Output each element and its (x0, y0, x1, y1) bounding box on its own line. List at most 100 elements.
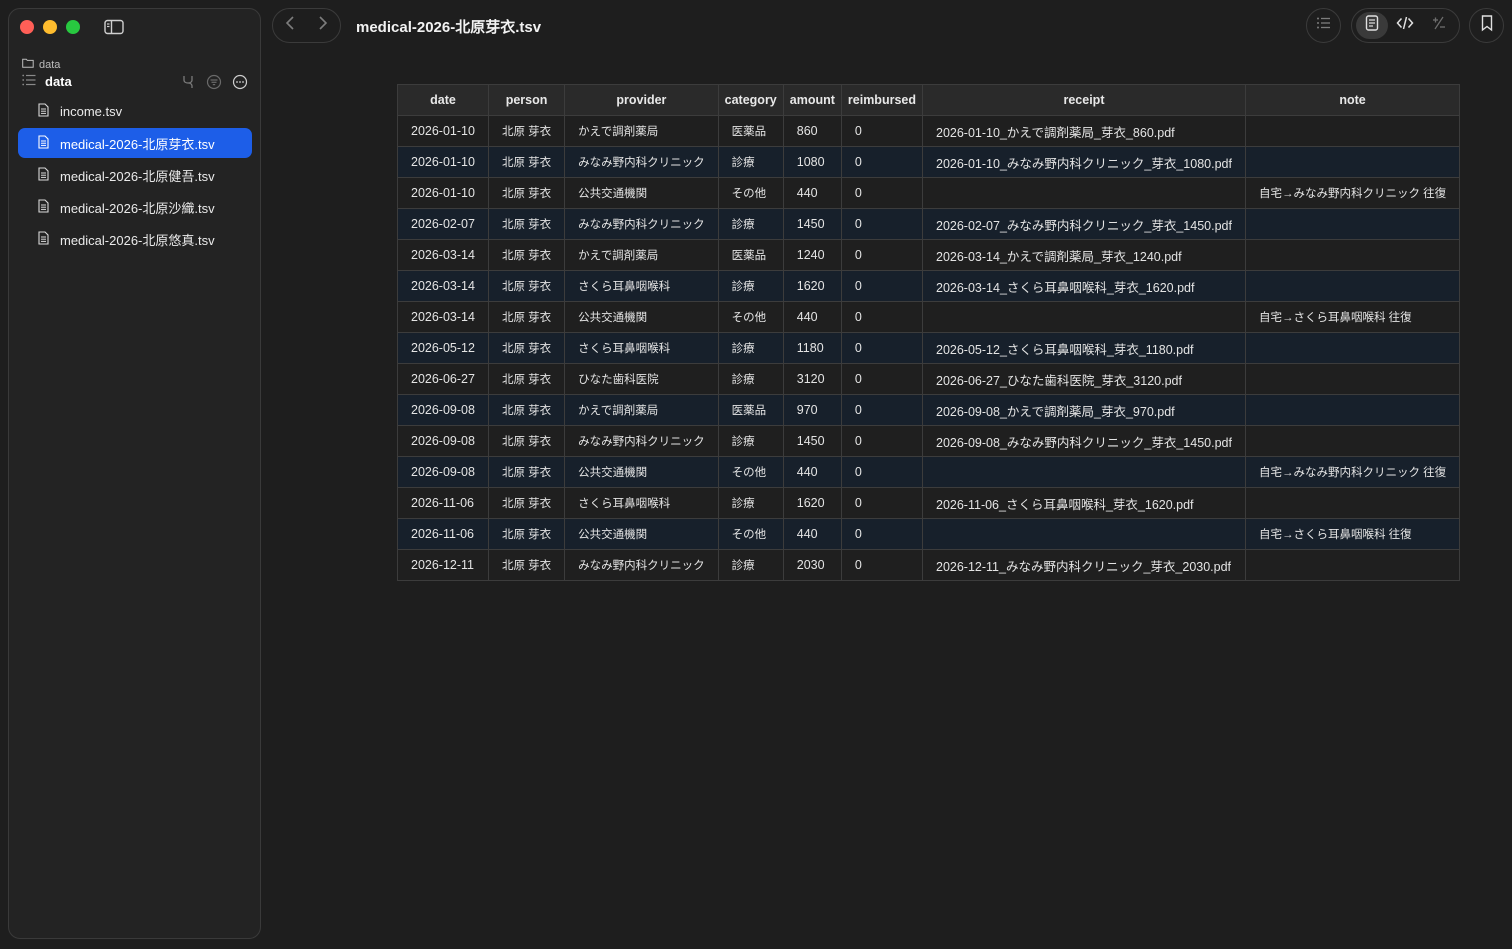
table-cell-date[interactable]: 2026-09-08 (397, 425, 489, 457)
table-cell-note[interactable] (1244, 115, 1461, 147)
table-cell-date[interactable]: 2026-03-14 (397, 239, 489, 271)
close-window-button[interactable] (20, 20, 34, 34)
table-cell-date[interactable]: 2026-05-12 (397, 332, 489, 364)
table-cell-receipt[interactable] (922, 177, 1246, 209)
table-cell-date[interactable]: 2026-03-14 (397, 301, 489, 333)
table-cell-note[interactable] (1244, 146, 1461, 178)
diff-button[interactable] (1423, 12, 1455, 39)
outline-button[interactable] (1306, 8, 1341, 43)
table-cell-person[interactable]: 北原 芽衣 (487, 301, 566, 333)
table-cell-person[interactable]: 北原 芽衣 (487, 146, 566, 178)
column-header-amount[interactable]: amount (782, 84, 842, 116)
table-cell-amount[interactable]: 440 (782, 301, 842, 333)
table-cell-reimbursed[interactable]: 0 (840, 363, 924, 395)
table-cell-provider[interactable]: さくら耳鼻咽喉科 (564, 487, 719, 519)
table-cell-receipt[interactable] (922, 301, 1246, 333)
table-cell-amount[interactable]: 440 (782, 518, 842, 550)
column-header-category[interactable]: category (717, 84, 784, 116)
table-cell-receipt[interactable]: 2026-11-06_さくら耳鼻咽喉科_芽衣_1620.pdf (922, 487, 1246, 519)
table-cell-date[interactable]: 2026-02-07 (397, 208, 489, 240)
minimize-window-button[interactable] (43, 20, 57, 34)
table-cell-reimbursed[interactable]: 0 (840, 115, 924, 147)
table-cell-reimbursed[interactable]: 0 (840, 332, 924, 364)
table-cell-provider[interactable]: みなみ野内科クリニック (564, 208, 719, 240)
table-cell-reimbursed[interactable]: 0 (840, 394, 924, 426)
table-cell-date[interactable]: 2026-03-14 (397, 270, 489, 302)
table-row[interactable]: 2026-06-27 北原 芽衣 ひなた歯科医院 診療 3120 0 2026-06-27_… (397, 363, 1461, 395)
table-cell-person[interactable]: 北原 芽衣 (487, 518, 566, 550)
table-cell-provider[interactable]: ひなた歯科医院 (564, 363, 719, 395)
table-cell-note[interactable] (1244, 425, 1461, 457)
table-row[interactable]: 2026-01-10 北原 芽衣 かえで調剤薬局 医薬品 860 0 2026-01-10_… (397, 115, 1461, 147)
table-cell-category[interactable]: 診療 (717, 549, 784, 581)
file-item[interactable]: medical-2026-北原健吾.tsv (18, 160, 252, 190)
column-header-provider[interactable]: provider (564, 84, 719, 116)
table-cell-person[interactable]: 北原 芽衣 (487, 549, 566, 581)
table-cell-note[interactable]: 自宅→みなみ野内科クリニック 往復 (1244, 177, 1461, 209)
table-row[interactable]: 2026-01-10 北原 芽衣 みなみ野内科クリニック 診療 1080 0 2026-01… (397, 146, 1461, 178)
table-cell-reimbursed[interactable]: 0 (840, 549, 924, 581)
forward-button[interactable] (318, 15, 328, 36)
table-cell-note[interactable] (1244, 487, 1461, 519)
table-cell-amount[interactable]: 440 (782, 456, 842, 488)
table-cell-category[interactable]: 医薬品 (717, 239, 784, 271)
table-cell-amount[interactable]: 1450 (782, 425, 842, 457)
table-cell-person[interactable]: 北原 芽衣 (487, 425, 566, 457)
back-button[interactable] (285, 15, 295, 36)
table-cell-receipt[interactable]: 2026-09-08_みなみ野内科クリニック_芽衣_1450.pdf (922, 425, 1246, 457)
table-cell-receipt[interactable]: 2026-09-08_かえで調剤薬局_芽衣_970.pdf (922, 394, 1246, 426)
table-cell-date[interactable]: 2026-01-10 (397, 177, 489, 209)
table-cell-receipt[interactable]: 2026-01-10_みなみ野内科クリニック_芽衣_1080.pdf (922, 146, 1246, 178)
table-cell-receipt[interactable]: 2026-03-14_かえで調剤薬局_芽衣_1240.pdf (922, 239, 1246, 271)
table-cell-receipt[interactable]: 2026-12-11_みなみ野内科クリニック_芽衣_2030.pdf (922, 549, 1246, 581)
table-cell-note[interactable] (1244, 239, 1461, 271)
table-cell-date[interactable]: 2026-12-11 (397, 549, 489, 581)
table-cell-category[interactable]: その他 (717, 518, 784, 550)
table-cell-amount[interactable]: 1620 (782, 270, 842, 302)
table-cell-note[interactable] (1244, 208, 1461, 240)
table-cell-reimbursed[interactable]: 0 (840, 425, 924, 457)
table-cell-amount[interactable]: 440 (782, 177, 842, 209)
table-cell-provider[interactable]: みなみ野内科クリニック (564, 425, 719, 457)
table-cell-receipt[interactable]: 2026-02-07_みなみ野内科クリニック_芽衣_1450.pdf (922, 208, 1246, 240)
file-item[interactable]: medical-2026-北原沙織.tsv (18, 192, 252, 222)
table-cell-amount[interactable]: 1080 (782, 146, 842, 178)
table-cell-reimbursed[interactable]: 0 (840, 208, 924, 240)
table-cell-person[interactable]: 北原 芽衣 (487, 332, 566, 364)
table-row[interactable]: 2026-03-14 北原 芽衣 さくら耳鼻咽喉科 診療 1620 0 2026-03-14… (397, 270, 1461, 302)
table-cell-amount[interactable]: 860 (782, 115, 842, 147)
column-header-note[interactable]: note (1244, 84, 1461, 116)
table-cell-reimbursed[interactable]: 0 (840, 239, 924, 271)
table-cell-date[interactable]: 2026-11-06 (397, 487, 489, 519)
table-cell-receipt[interactable]: 2026-05-12_さくら耳鼻咽喉科_芽衣_1180.pdf (922, 332, 1246, 364)
table-cell-reimbursed[interactable]: 0 (840, 518, 924, 550)
breadcrumb[interactable]: data (22, 58, 60, 71)
table-cell-category[interactable]: 診療 (717, 487, 784, 519)
file-item[interactable]: medical-2026-北原悠真.tsv (18, 224, 252, 254)
column-header-receipt[interactable]: receipt (922, 84, 1246, 116)
table-cell-reimbursed[interactable]: 0 (840, 177, 924, 209)
table-row[interactable]: 2026-05-12 北原 芽衣 さくら耳鼻咽喉科 診療 1180 0 2026-05-12… (397, 332, 1461, 364)
table-cell-provider[interactable]: 公共交通機関 (564, 518, 719, 550)
table-cell-provider[interactable]: 公共交通機関 (564, 301, 719, 333)
table-cell-provider[interactable]: さくら耳鼻咽喉科 (564, 270, 719, 302)
table-row[interactable]: 2026-09-08 北原 芽衣 公共交通機関 その他 440 0 自宅→みなみ野内科クリニ… (397, 456, 1461, 488)
table-cell-category[interactable]: 診療 (717, 425, 784, 457)
table-cell-note[interactable] (1244, 270, 1461, 302)
table-cell-reimbursed[interactable]: 0 (840, 146, 924, 178)
table-cell-provider[interactable]: かえで調剤薬局 (564, 115, 719, 147)
column-header-person[interactable]: person (487, 84, 566, 116)
table-row[interactable]: 2026-12-11 北原 芽衣 みなみ野内科クリニック 診療 2030 0 2026-12… (397, 549, 1461, 581)
more-options-icon[interactable] (232, 74, 248, 95)
table-cell-provider[interactable]: かえで調剤薬局 (564, 394, 719, 426)
preview-button[interactable] (1355, 12, 1388, 39)
table-row[interactable]: 2026-11-06 北原 芽衣 さくら耳鼻咽喉科 診療 1620 0 2026-11-06… (397, 487, 1461, 519)
table-cell-category[interactable]: 医薬品 (717, 394, 784, 426)
table-cell-person[interactable]: 北原 芽衣 (487, 270, 566, 302)
table-row[interactable]: 2026-09-08 北原 芽衣 かえで調剤薬局 医薬品 970 0 2026-09-08_… (397, 394, 1461, 426)
table-cell-amount[interactable]: 2030 (782, 549, 842, 581)
branch-icon[interactable] (180, 74, 196, 95)
table-cell-reimbursed[interactable]: 0 (840, 487, 924, 519)
table-cell-person[interactable]: 北原 芽衣 (487, 239, 566, 271)
table-cell-category[interactable]: その他 (717, 177, 784, 209)
